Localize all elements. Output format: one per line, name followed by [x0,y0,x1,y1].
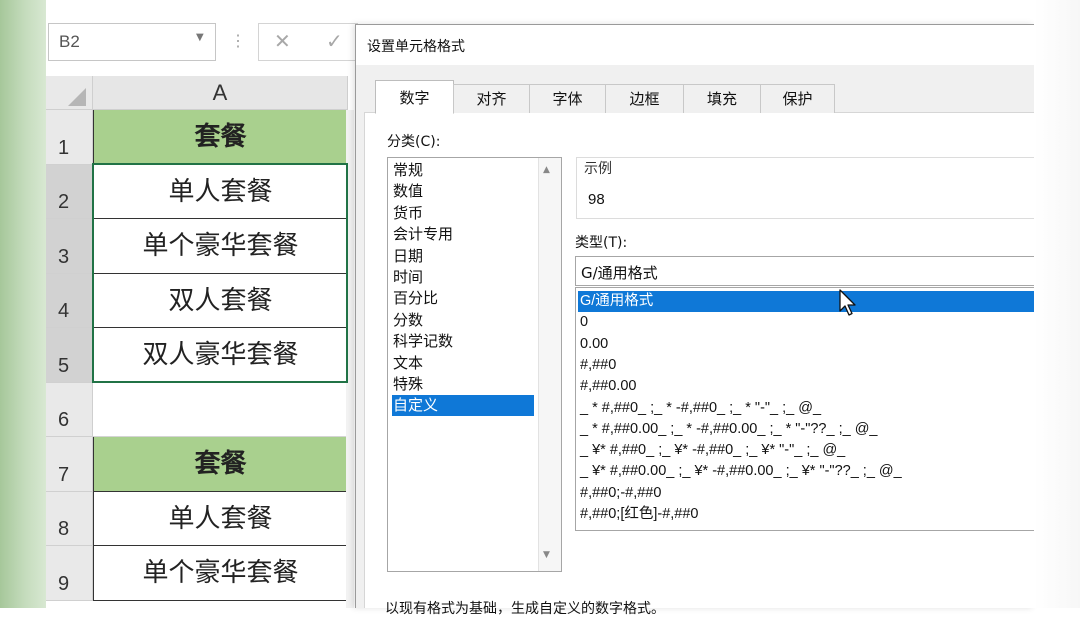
category-item[interactable]: 文本 [392,353,534,374]
row-header-2[interactable]: 2 [46,165,93,219]
category-item[interactable]: 分数 [392,310,534,331]
tab-1[interactable]: 对齐 [453,84,530,113]
row-header-3[interactable]: 3 [46,219,93,274]
header-cell[interactable]: 套餐 [93,437,348,492]
row-header-7[interactable]: 7 [46,437,93,492]
category-item[interactable]: 会计专用 [392,224,534,245]
type-option[interactable]: #,##0 [578,355,1034,376]
category-item[interactable]: 科学记数 [392,331,534,352]
formula-bar-separator-icon: ⋮ [230,33,246,50]
select-all-triangle-icon [68,88,86,106]
table-cell[interactable] [93,383,348,437]
category-item[interactable]: 日期 [392,246,534,267]
type-label: 类型(T): [575,235,628,251]
format-hint-text: 以现有格式为基础，生成自定义的数字格式。 [385,601,665,617]
sample-group [576,157,1034,219]
cancel-entry-icon[interactable]: ✕ [274,29,291,54]
table-cell[interactable]: 单人套餐 [93,165,348,219]
scroll-up-icon[interactable]: ▲ [543,165,550,175]
row-header-6[interactable]: 6 [46,383,93,437]
scroll-down-icon[interactable]: ▼ [543,550,550,560]
type-option[interactable]: _ ¥* #,##0.00_ ;_ ¥* -#,##0.00_ ;_ ¥* "-… [578,461,1034,482]
type-option[interactable]: G/通用格式 [578,291,1034,312]
confirm-entry-icon[interactable]: ✓ [326,29,343,54]
column-header-a[interactable]: A [93,76,348,110]
formula-buttons-container [258,23,358,61]
name-box[interactable]: B2 [48,23,216,61]
table-cell[interactable]: 双人豪华套餐 [93,328,348,383]
tab-4[interactable]: 填充 [683,84,761,113]
type-option[interactable]: _ ¥* #,##0_ ;_ ¥* -#,##0_ ;_ ¥* "-"_ ;_ … [578,440,1034,461]
type-option[interactable]: #,##0.00 [578,376,1034,397]
category-item[interactable]: 货币 [392,203,534,224]
name-box-dropdown-icon[interactable]: ▼ [196,32,204,43]
left-background-strip [0,0,46,608]
mouse-pointer-icon [839,289,856,316]
row-header-8[interactable]: 8 [46,492,93,546]
sample-value: 98 [588,191,605,208]
category-item[interactable]: 自定义 [392,395,534,417]
tab-0[interactable]: 数字 [375,80,454,114]
category-item[interactable]: 常规 [392,160,534,181]
column-b-edge [346,110,354,608]
type-option[interactable]: 0 [578,312,1034,333]
category-item[interactable]: 数值 [392,181,534,202]
table-cell[interactable]: 单人套餐 [93,492,348,546]
table-cell[interactable]: 单个豪华套餐 [93,546,348,601]
dialog-title: 设置单元格格式 [367,39,465,55]
category-label: 分类(C): [387,134,441,150]
table-cell[interactable]: 双人套餐 [93,274,348,328]
row-header-5[interactable]: 5 [46,328,93,383]
type-option[interactable]: #,##0;-#,##0 [578,483,1034,504]
row-header-1[interactable]: 1 [46,110,93,165]
row-header-9[interactable]: 9 [46,546,93,601]
sample-label: 示例 [582,158,614,178]
type-option[interactable]: _ * #,##0.00_ ;_ * -#,##0.00_ ;_ * "-"??… [578,419,1034,440]
table-cell[interactable]: 单个豪华套餐 [93,219,348,274]
category-item[interactable]: 特殊 [392,374,534,395]
category-list-scrollbar[interactable] [538,158,561,571]
tab-2[interactable]: 字体 [529,84,606,113]
type-option[interactable]: #,##0;[红色]-#,##0 [578,504,1034,525]
category-item[interactable]: 时间 [392,267,534,288]
type-option[interactable]: 0.00 [578,334,1034,355]
row-header-4[interactable]: 4 [46,274,93,328]
type-option[interactable]: _ * #,##0_ ;_ * -#,##0_ ;_ * "-"_ ;_ @_ [578,398,1034,419]
tab-3[interactable]: 边框 [605,84,684,113]
tab-5[interactable]: 保护 [760,84,835,113]
category-item[interactable]: 百分比 [392,288,534,309]
right-background-strip [1034,0,1080,608]
type-input[interactable]: G/通用格式 [575,256,1034,286]
header-cell[interactable]: 套餐 [93,110,348,165]
